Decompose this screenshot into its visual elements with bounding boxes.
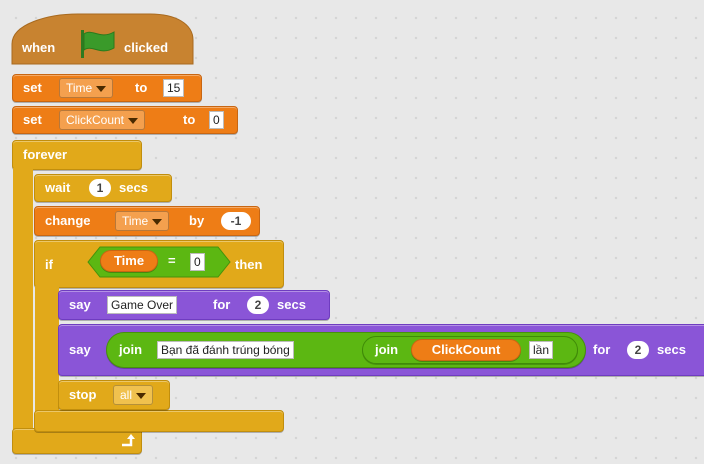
equals-value-input[interactable]: 0 <box>190 253 205 271</box>
for-keyword: for <box>593 342 611 357</box>
clickcount-reporter[interactable]: ClickCount <box>411 339 521 361</box>
join-keyword: join <box>119 342 143 357</box>
join-keyword: join <box>375 342 399 357</box>
say-secs-input[interactable]: 2 <box>247 296 269 314</box>
stop-option-dropdown[interactable]: all <box>113 385 154 405</box>
secs-keyword: secs <box>277 297 306 312</box>
if-block-arm <box>35 286 59 412</box>
say-text-input[interactable]: Game Over <box>107 296 178 314</box>
if-block-bottom[interactable] <box>34 410 284 432</box>
say-secs-input[interactable]: 2 <box>627 341 649 359</box>
stop-keyword: stop <box>69 387 97 402</box>
say-keyword: say <box>69 342 91 357</box>
for-keyword: for <box>213 297 231 312</box>
say-keyword: say <box>69 297 91 312</box>
join-suffix-input[interactable]: lần <box>529 341 554 359</box>
time-reporter[interactable]: Time <box>100 250 158 272</box>
join-text-input[interactable]: Bạn đã đánh trúng bóng <box>157 341 294 359</box>
secs-keyword: secs <box>657 342 686 357</box>
scripts-area[interactable]: when clicked set Time to 15 set ClickCou… <box>0 0 704 464</box>
equals-sign: = <box>168 253 176 268</box>
say-game-over-block[interactable]: say Game Over for 2 secs <box>58 290 330 320</box>
stop-block[interactable]: stop all <box>58 380 170 410</box>
join-inner-reporter[interactable]: join ClickCount lần <box>362 336 578 364</box>
